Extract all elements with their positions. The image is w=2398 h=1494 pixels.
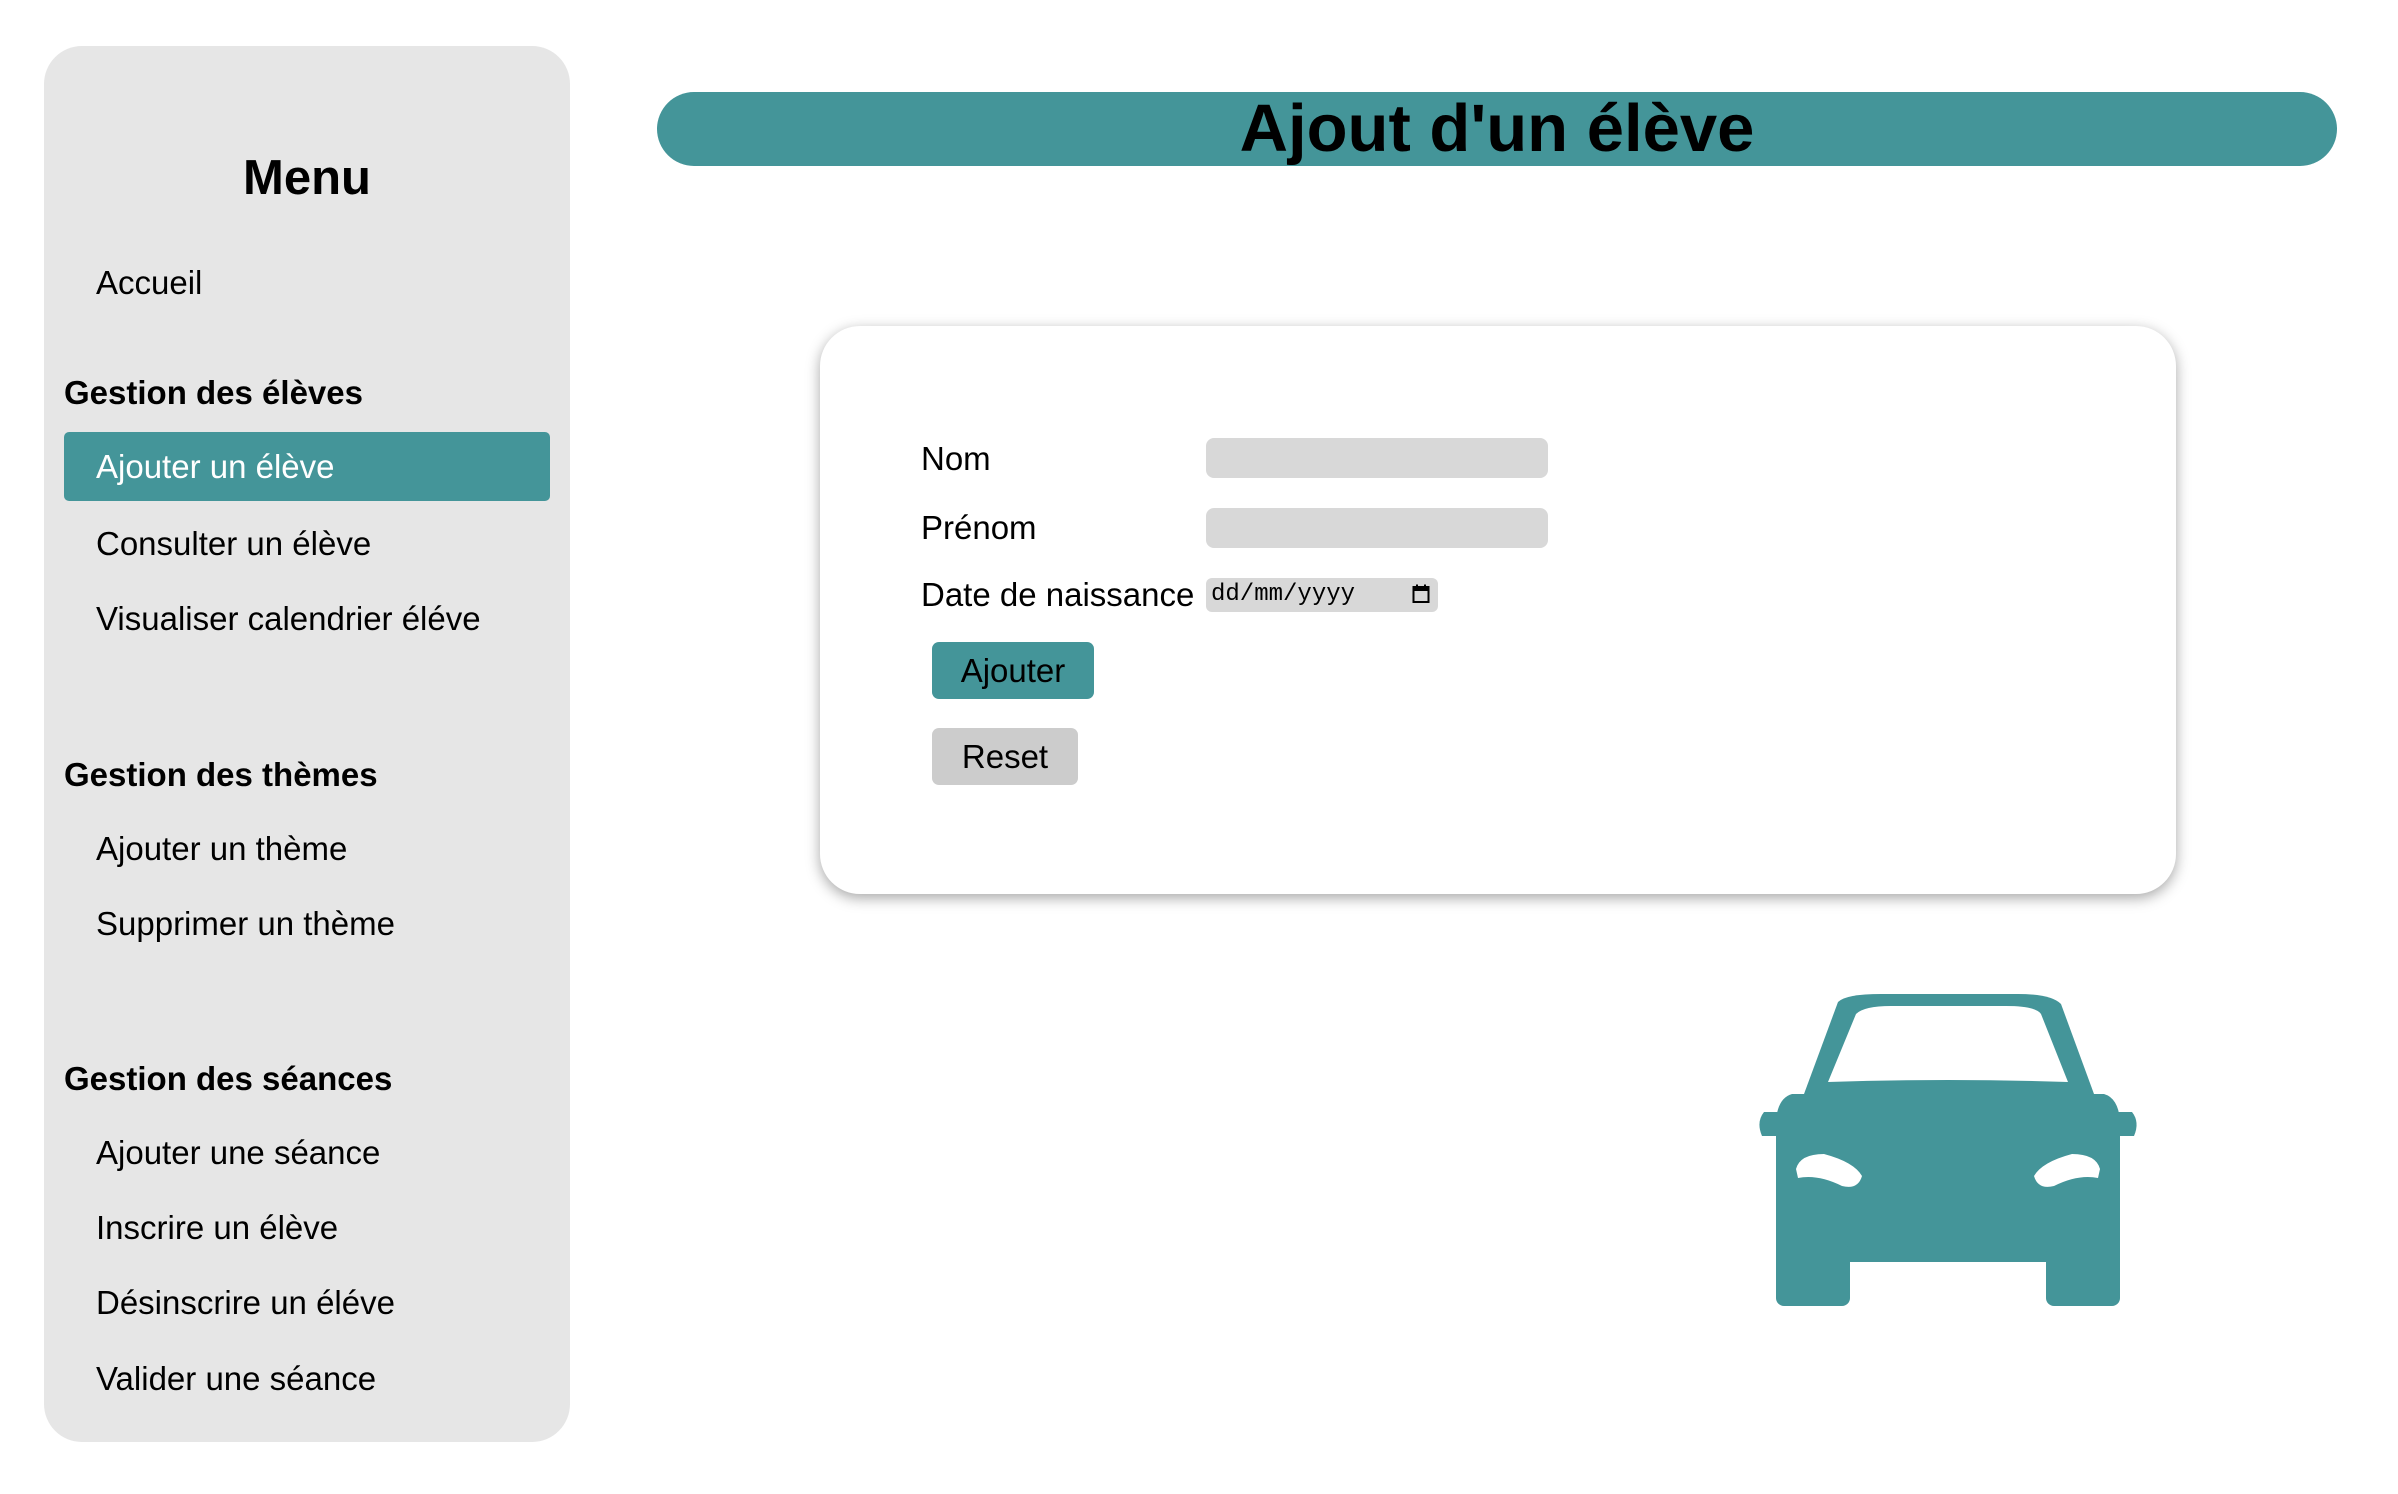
section-title-themes: Gestion des thèmes	[64, 756, 378, 793]
date-placeholder: dd/mm/yyyy	[1211, 581, 1356, 608]
sidebar-menu: Menu Accueil Gestion des élèves Ajouter …	[44, 46, 570, 1442]
section-title-eleves: Gestion des élèves	[64, 374, 363, 411]
prenom-input[interactable]	[1206, 508, 1548, 548]
date-naissance-label: Date de naissance	[921, 576, 1195, 613]
add-button[interactable]: Ajouter	[932, 642, 1094, 699]
add-student-form: Nom Prénom Date de naissance dd/mm/yyyy …	[820, 326, 2176, 894]
reset-button[interactable]: Reset	[932, 728, 1078, 785]
sidebar-item-inscrire-eleve[interactable]: Inscrire un élève	[64, 1193, 550, 1262]
sidebar-item-valider-seance[interactable]: Valider une séance	[64, 1344, 550, 1413]
sidebar-item-ajouter-eleve[interactable]: Ajouter un élève	[64, 432, 550, 501]
sidebar-item-consulter-eleve[interactable]: Consulter un élève	[64, 509, 550, 578]
menu-title: Menu	[243, 151, 371, 205]
sidebar-item-ajouter-theme[interactable]: Ajouter un thème	[64, 814, 550, 883]
prenom-label: Prénom	[921, 509, 1037, 546]
sidebar-item-accueil[interactable]: Accueil	[64, 248, 550, 317]
sidebar-item-ajouter-seance[interactable]: Ajouter une séance	[64, 1118, 550, 1187]
nom-input[interactable]	[1206, 438, 1548, 478]
sidebar-item-supprimer-theme[interactable]: Supprimer un thème	[64, 889, 550, 958]
page-header: Ajout d'un élève	[657, 92, 2337, 166]
page-title: Ajout d'un élève	[1239, 91, 1755, 166]
section-title-seances: Gestion des séances	[64, 1060, 393, 1097]
car-icon	[1759, 994, 2137, 1306]
calendar-icon[interactable]	[1412, 584, 1430, 604]
sidebar-item-calendrier-eleve[interactable]: Visualiser calendrier éléve	[64, 584, 550, 653]
nom-label: Nom	[921, 440, 991, 477]
sidebar-item-desinscrire-eleve[interactable]: Désinscrire un éléve	[64, 1268, 550, 1337]
date-naissance-input[interactable]: dd/mm/yyyy	[1206, 578, 1438, 612]
